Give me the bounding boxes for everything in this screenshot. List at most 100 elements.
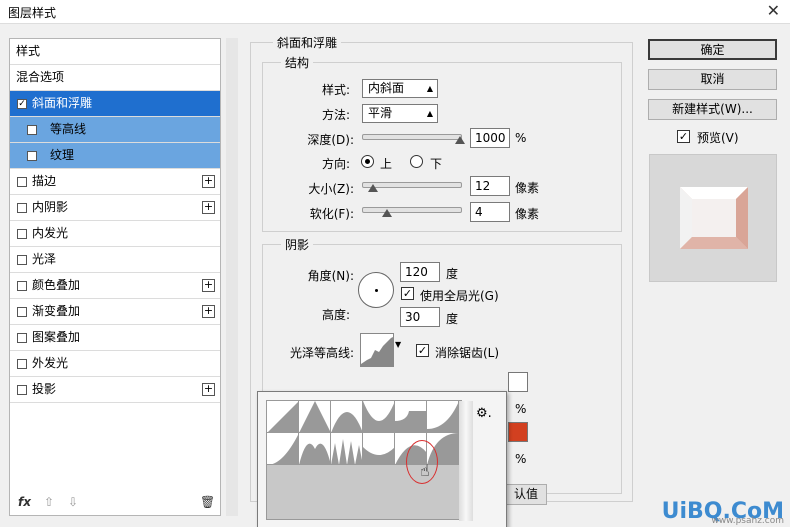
- new-style-button[interactable]: 新建样式(W)...: [648, 99, 777, 120]
- gloss-contour-preview[interactable]: [360, 333, 394, 367]
- checkbox-icon[interactable]: [17, 307, 27, 317]
- style-item-label: 内发光: [32, 226, 69, 240]
- angle-unit: 度: [446, 267, 459, 281]
- style-item-label: 描边: [32, 174, 57, 188]
- contour-dropdown-icon[interactable]: ▼: [395, 340, 401, 349]
- add-icon[interactable]: +: [202, 279, 215, 292]
- style-item-blending-options[interactable]: 混合选项: [10, 65, 220, 91]
- direction-up-label: 上: [380, 157, 393, 171]
- add-icon[interactable]: +: [202, 383, 215, 396]
- popup-scrollbar[interactable]: [459, 401, 473, 521]
- checkbox-icon[interactable]: [17, 359, 27, 369]
- style-item-gradient-overlay[interactable]: 渐变叠加 +: [10, 299, 220, 325]
- angle-dial[interactable]: [358, 272, 394, 308]
- depth-unit: %: [515, 131, 527, 145]
- altitude-input[interactable]: 30: [400, 307, 440, 327]
- soften-unit: 像素: [515, 207, 540, 221]
- style-item-stroke[interactable]: 描边 +: [10, 169, 220, 195]
- contour-preset[interactable]: [299, 401, 331, 433]
- highlight-opacity-unit: %: [515, 402, 527, 416]
- style-item-pattern-overlay[interactable]: 图案叠加: [10, 325, 220, 351]
- global-light-checkbox[interactable]: ✓: [401, 287, 414, 300]
- contour-preset[interactable]: [331, 401, 363, 433]
- close-icon[interactable]: ✕: [767, 1, 780, 20]
- style-item-satin[interactable]: 光泽: [10, 247, 220, 273]
- style-list: 样式 混合选项 ✓ 斜面和浮雕 等高线 纹理 描边 + 内阴影 + 内发光 光泽…: [9, 38, 221, 516]
- title-bar: 图层样式 ✕: [0, 0, 790, 24]
- checkbox-icon[interactable]: [27, 125, 37, 135]
- fx-icon[interactable]: fx: [18, 495, 31, 509]
- depth-input[interactable]: 1000: [470, 128, 510, 148]
- depth-slider-thumb[interactable]: [455, 136, 465, 144]
- contour-preset[interactable]: [395, 401, 427, 433]
- ok-button[interactable]: 确定: [648, 39, 777, 60]
- direction-down-label: 下: [430, 157, 443, 171]
- style-item-label: 颜色叠加: [32, 278, 81, 292]
- move-down-icon[interactable]: ⇩: [68, 495, 78, 509]
- checkbox-icon[interactable]: [17, 255, 27, 265]
- watermark-logo: UiBQ.CoM www.psahz.com: [662, 499, 784, 526]
- technique-select[interactable]: 平滑 ▲: [362, 104, 438, 123]
- style-item-inner-shadow[interactable]: 内阴影 +: [10, 195, 220, 221]
- shadow-color-swatch[interactable]: [508, 422, 528, 442]
- checkbox-icon[interactable]: [17, 177, 27, 187]
- window-title: 图层样式: [8, 6, 57, 20]
- soften-input[interactable]: 4: [470, 202, 510, 222]
- soften-slider[interactable]: [362, 207, 462, 213]
- style-item-inner-glow[interactable]: 内发光: [10, 221, 220, 247]
- style-item-contour[interactable]: 等高线: [10, 117, 220, 143]
- direction-up-radio[interactable]: [361, 155, 374, 168]
- size-input[interactable]: 12: [470, 176, 510, 196]
- style-item-color-overlay[interactable]: 颜色叠加 +: [10, 273, 220, 299]
- style-item-label: 外发光: [32, 356, 69, 370]
- preview-bevel-icon: [680, 187, 748, 249]
- style-item-label: 渐变叠加: [32, 304, 81, 318]
- add-icon[interactable]: +: [202, 201, 215, 214]
- style-item-label: 纹理: [50, 148, 75, 162]
- reset-default-button[interactable]: 认值: [505, 484, 547, 505]
- checkbox-icon[interactable]: [17, 229, 27, 239]
- contour-preset[interactable]: [331, 433, 363, 465]
- checkbox-icon[interactable]: [17, 281, 27, 291]
- preview-checkbox[interactable]: ✓: [677, 130, 690, 143]
- contour-preset[interactable]: [427, 401, 459, 433]
- size-slider-thumb[interactable]: [368, 184, 378, 192]
- checkbox-icon[interactable]: [17, 203, 27, 213]
- contour-preset[interactable]: [299, 433, 331, 465]
- style-item-bevel-emboss[interactable]: ✓ 斜面和浮雕: [10, 91, 220, 117]
- highlight-color-swatch[interactable]: [508, 372, 528, 392]
- style-item-drop-shadow[interactable]: 投影 +: [10, 377, 220, 403]
- checkbox-icon[interactable]: [27, 151, 37, 161]
- style-preview: [649, 154, 777, 282]
- altitude-label: 高度:: [321, 308, 350, 322]
- anti-alias-checkbox[interactable]: ✓: [416, 344, 429, 357]
- style-item-label: 斜面和浮雕: [32, 96, 93, 110]
- cancel-button[interactable]: 取消: [648, 69, 777, 90]
- add-icon[interactable]: +: [202, 305, 215, 318]
- anti-alias-label: 消除锯齿(L): [435, 346, 500, 360]
- angle-input[interactable]: 120: [400, 262, 440, 282]
- checkbox-icon[interactable]: [17, 333, 27, 343]
- style-item-outer-glow[interactable]: 外发光: [10, 351, 220, 377]
- checkbox-icon[interactable]: [17, 385, 27, 395]
- move-up-icon[interactable]: ⇧: [44, 495, 54, 509]
- style-item-label: 等高线: [50, 122, 87, 136]
- contour-preset[interactable]: [267, 433, 299, 465]
- technique-select-value: 平滑: [368, 106, 393, 120]
- contour-preset[interactable]: [267, 401, 299, 433]
- style-select[interactable]: 内斜面 ▲: [362, 79, 438, 98]
- depth-slider[interactable]: [362, 134, 462, 140]
- checkbox-icon[interactable]: ✓: [17, 99, 27, 109]
- style-item-label: 投影: [32, 382, 57, 396]
- trash-icon[interactable]: 🗑: [200, 495, 215, 509]
- add-icon[interactable]: +: [202, 175, 215, 188]
- contour-preset[interactable]: [363, 433, 395, 465]
- style-list-header[interactable]: 样式: [10, 39, 220, 65]
- contour-preset[interactable]: [363, 401, 395, 433]
- style-item-texture[interactable]: 纹理: [10, 143, 220, 169]
- style-item-label: 内阴影: [32, 200, 69, 214]
- gear-icon[interactable]: ⚙.: [476, 406, 492, 421]
- direction-down-radio[interactable]: [410, 155, 423, 168]
- angle-label: 角度(N):: [307, 269, 354, 283]
- soften-slider-thumb[interactable]: [382, 209, 392, 217]
